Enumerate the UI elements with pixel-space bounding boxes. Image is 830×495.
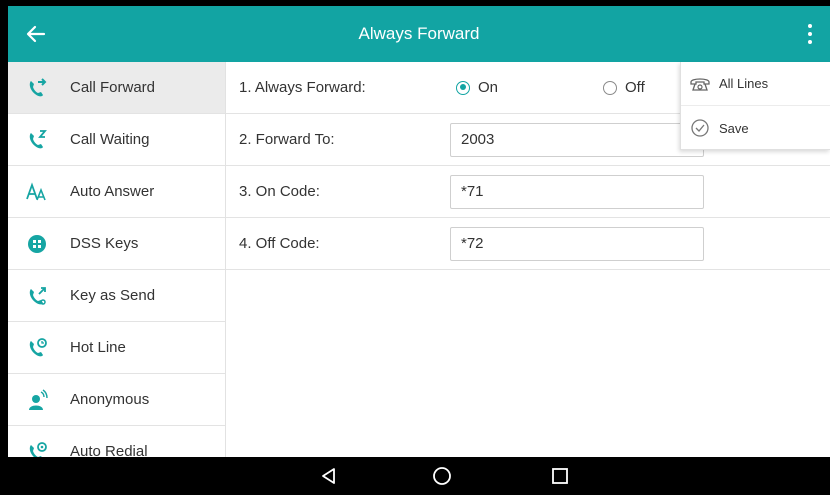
device-frame: Always Forward Call Forward Call Waiting bbox=[0, 0, 830, 495]
off-code-label: 4. Off Code: bbox=[239, 235, 320, 252]
back-button[interactable] bbox=[16, 16, 56, 52]
nav-back-button[interactable] bbox=[314, 463, 344, 489]
more-options-button[interactable] bbox=[798, 18, 822, 50]
off-code-field[interactable]: *72 bbox=[450, 226, 704, 261]
phone-icon bbox=[689, 73, 711, 95]
off-code-row: 4. Off Code: *72 bbox=[226, 218, 830, 270]
sidebar-item-auto-answer[interactable]: Auto Answer bbox=[8, 166, 225, 218]
key-as-send-icon bbox=[26, 285, 48, 307]
nav-recents-button[interactable] bbox=[545, 463, 575, 489]
sidebar-item-anonymous[interactable]: Anonymous bbox=[8, 374, 225, 426]
on-code-label: 3. On Code: bbox=[239, 183, 320, 200]
back-arrow-icon bbox=[26, 25, 46, 43]
forward-to-field[interactable]: 2003 bbox=[450, 122, 704, 157]
sidebar-item-label: DSS Keys bbox=[70, 235, 139, 252]
sidebar-item-label: Anonymous bbox=[70, 391, 150, 408]
more-dot-icon bbox=[808, 24, 812, 28]
triangle-back-icon bbox=[322, 468, 335, 484]
on-code-field[interactable]: *71 bbox=[450, 174, 704, 209]
page-title: Always Forward bbox=[358, 24, 480, 43]
sidebar-item-hot-line[interactable]: Hot Line bbox=[8, 322, 225, 374]
on-code-row: 3. On Code: *71 bbox=[226, 166, 830, 218]
menu-item-save[interactable]: Save bbox=[681, 106, 830, 150]
always-forward-label: 1. Always Forward: bbox=[239, 79, 366, 96]
sidebar-item-label: Auto Answer bbox=[70, 183, 155, 200]
menu-item-all-lines[interactable]: All Lines bbox=[681, 62, 830, 106]
sidebar-item-auto-redial[interactable]: Auto Redial bbox=[8, 426, 225, 457]
circle-home-icon bbox=[433, 467, 451, 485]
sidebar-item-label: Hot Line bbox=[70, 339, 126, 356]
sidebar-item-label: Key as Send bbox=[70, 287, 156, 304]
always-forward-off-radio[interactable]: Off bbox=[603, 79, 645, 96]
sidebar-item-key-as-send[interactable]: Key as Send bbox=[8, 270, 225, 322]
call-forward-icon bbox=[26, 77, 48, 99]
options-menu: All Lines Save bbox=[680, 62, 830, 150]
more-dot-icon bbox=[808, 32, 812, 36]
call-waiting-icon bbox=[26, 129, 48, 151]
phone-screen: Always Forward Call Forward Call Waiting bbox=[8, 6, 830, 495]
radio-off-label: Off bbox=[625, 79, 645, 96]
always-forward-on-radio[interactable]: On bbox=[456, 79, 498, 96]
square-recents-icon bbox=[552, 468, 568, 484]
sidebar-item-dss-keys[interactable]: DSS Keys bbox=[8, 218, 225, 270]
sidebar-item-label: Call Waiting bbox=[70, 131, 150, 148]
menu-item-label: Save bbox=[719, 120, 749, 136]
sidebar: Call Forward Call Waiting Auto Answer DS… bbox=[8, 62, 226, 457]
more-dot-icon bbox=[808, 40, 812, 44]
radio-on-label: On bbox=[478, 79, 499, 96]
dss-keys-icon bbox=[26, 233, 48, 255]
hot-line-icon bbox=[26, 337, 48, 359]
auto-redial-icon bbox=[26, 441, 48, 457]
sidebar-item-call-forward[interactable]: Call Forward bbox=[8, 62, 225, 114]
check-circle-icon bbox=[689, 117, 711, 139]
sidebar-item-label: Call Forward bbox=[70, 79, 156, 96]
forward-to-label: 2. Forward To: bbox=[239, 131, 335, 148]
radio-unselected-icon bbox=[603, 80, 617, 95]
anonymous-icon bbox=[26, 388, 48, 411]
title-bar: Always Forward bbox=[8, 6, 830, 62]
radio-selected-icon bbox=[456, 80, 470, 95]
sidebar-item-label: Auto Redial bbox=[70, 443, 148, 457]
menu-item-label: All Lines bbox=[719, 76, 769, 91]
navigation-bar bbox=[8, 457, 830, 495]
nav-home-button[interactable] bbox=[427, 463, 457, 489]
sidebar-item-call-waiting[interactable]: Call Waiting bbox=[8, 114, 225, 166]
auto-answer-icon bbox=[26, 181, 48, 203]
